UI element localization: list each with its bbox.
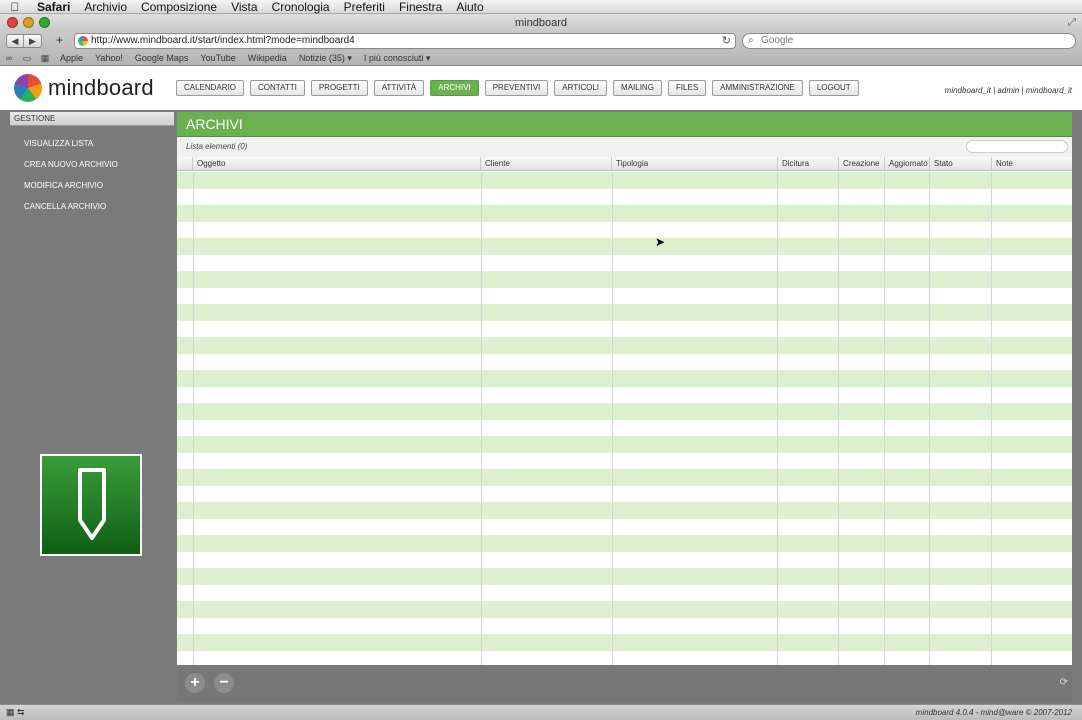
list-subheader: Lista elementi (0) — [177, 137, 1072, 157]
status-icons: ▦ ⇆ — [6, 707, 25, 717]
app-page: mindboard CALENDARIO CONTATTI PROGETTI A… — [0, 66, 1082, 704]
col-cliente[interactable]: Cliente — [481, 157, 612, 170]
col-oggetto[interactable]: Oggetto — [193, 157, 481, 170]
sidebar: GESTIONE VISUALIZZA LISTA CREA NUOVO ARC… — [10, 112, 174, 702]
bookmark-notizie[interactable]: Notizie (35) ▾ — [293, 53, 358, 64]
nav-attivita[interactable]: ATTIVITÀ — [373, 80, 425, 96]
list-count: Lista elementi (0) — [186, 142, 248, 151]
logo-icon — [14, 74, 42, 102]
app-header: mindboard CALENDARIO CONTATTI PROGETTI A… — [0, 66, 1082, 110]
bookmark-apple[interactable]: Apple — [54, 53, 89, 63]
window-controls — [7, 17, 50, 28]
nav-files[interactable]: FILES — [667, 80, 707, 96]
nav-mailing[interactable]: MAILING — [613, 80, 662, 96]
bookmarks-bar: ∞ ▭ ▦ Apple Yahoo! Google Maps YouTube W… — [0, 51, 1082, 66]
add-bookmark-button[interactable]: + — [52, 34, 67, 48]
nav-amministrazione[interactable]: AMMINISTRAZIONE — [712, 80, 803, 96]
logo-text: mindboard — [48, 75, 154, 100]
table-header: Oggetto Cliente Tipologia Dicitura Creaz… — [177, 157, 1072, 171]
browser-toolbar: ◀ ▶ + http://www.mindboard.it/start/inde… — [0, 32, 1082, 51]
book-icon[interactable]: ▭ — [18, 53, 36, 64]
table-footer: + − ⟳ — [177, 665, 1072, 701]
menu-finestra[interactable]: Finestra — [392, 0, 449, 14]
favicon-icon — [78, 36, 88, 46]
back-forward-buttons: ◀ ▶ — [6, 34, 42, 48]
menu-safari[interactable]: Safari — [30, 0, 77, 14]
menu-composizione[interactable]: Composizione — [134, 0, 224, 14]
url-text: http://www.mindboard.it/start/index.html… — [91, 35, 355, 46]
col-aggiornato[interactable]: Aggiornato — [885, 157, 930, 170]
col-note[interactable]: Note — [992, 157, 1072, 170]
main-nav: CALENDARIO CONTATTI PROGETTI ATTIVITÀ AR… — [176, 80, 859, 96]
close-window-button[interactable] — [7, 17, 18, 28]
sidebar-item-modifica-archivio[interactable]: MODIFICA ARCHIVIO — [10, 176, 174, 196]
bookmark-yahoo[interactable]: Yahoo! — [89, 53, 129, 63]
bookmark-google-maps[interactable]: Google Maps — [129, 53, 195, 63]
nav-calendario[interactable]: CALENDARIO — [176, 80, 245, 96]
minimize-window-button[interactable] — [23, 17, 34, 28]
nav-progetti[interactable]: PROGETTI — [310, 80, 368, 96]
top-sites-icon[interactable]: ▦ — [36, 53, 54, 64]
window-title: mindboard — [515, 17, 567, 29]
reload-icon[interactable]: ↻ — [722, 34, 731, 48]
back-button[interactable]: ◀ — [7, 35, 24, 47]
nav-preventivi[interactable]: PREVENTIVI — [484, 80, 549, 96]
apple-icon[interactable]:  — [0, 0, 30, 14]
sidebar-item-crea-nuovo-archivio[interactable]: CREA NUOVO ARCHIVIO — [10, 155, 174, 175]
logo[interactable]: mindboard — [14, 74, 154, 102]
forward-button[interactable]: ▶ — [24, 35, 41, 47]
address-bar[interactable]: http://www.mindboard.it/start/index.html… — [74, 33, 736, 49]
menu-preferiti[interactable]: Preferiti — [337, 0, 392, 14]
remove-button[interactable]: − — [214, 673, 234, 693]
col-tipologia[interactable]: Tipologia — [612, 157, 778, 170]
col-dicitura[interactable]: Dicitura — [778, 157, 839, 170]
nav-logout[interactable]: LOGOUT — [808, 80, 859, 96]
mouse-cursor-icon: ➤ — [655, 235, 666, 249]
search-icon: ⌕ — [748, 35, 754, 46]
bookmark-piu-conosciuti[interactable]: I più conosciuti ▾ — [358, 53, 437, 64]
page-title: ARCHIVI — [177, 112, 1072, 137]
archive-tag-icon — [40, 454, 142, 556]
search-placeholder: Google — [761, 35, 794, 46]
mac-menu-bar:  Safari Archivio Composizione Vista Cro… — [0, 0, 1082, 14]
menu-archivio[interactable]: Archivio — [77, 0, 134, 14]
filter-input[interactable] — [966, 140, 1068, 153]
archive-table: Oggetto Cliente Tipologia Dicitura Creaz… — [177, 157, 1072, 665]
screen:  Safari Archivio Composizione Vista Cro… — [0, 0, 1082, 720]
bookmark-wikipedia[interactable]: Wikipedia — [242, 53, 293, 63]
window-titlebar: mindboard ⤢ — [0, 14, 1082, 32]
reading-list-icon[interactable]: ∞ — [0, 53, 18, 63]
copyright-text: mindboard 4.0.4 - mind@ware © 2007-2012 — [915, 708, 1072, 717]
nav-archivi[interactable]: ARCHIVI — [430, 80, 479, 96]
menu-cronologia[interactable]: Cronologia — [265, 0, 337, 14]
sidebar-item-cancella-archivio[interactable]: CANCELLA ARCHIVIO — [10, 197, 174, 217]
sidebar-item-visualizza-lista[interactable]: VISUALIZZA LISTA — [10, 134, 174, 154]
column-dividers — [177, 172, 1072, 665]
main-panel: ARCHIVI Lista elementi (0) Oggetto Clien… — [177, 112, 1072, 702]
fullscreen-icon[interactable]: ⤢ — [1068, 17, 1076, 28]
nav-articoli[interactable]: ARTICOLI — [554, 80, 608, 96]
col-stato[interactable]: Stato — [930, 157, 992, 170]
col-select[interactable] — [177, 157, 193, 170]
status-bar: ▦ ⇆ mindboard 4.0.4 - mind@ware © 2007-2… — [0, 704, 1082, 720]
user-info: mindboard_it | admin | mindboard_it — [944, 86, 1072, 95]
zoom-window-button[interactable] — [39, 17, 50, 28]
add-button[interactable]: + — [185, 673, 205, 693]
col-creazione[interactable]: Creazione — [839, 157, 885, 170]
sidebar-heading: GESTIONE — [10, 112, 174, 126]
search-field[interactable]: ⌕ Google — [742, 33, 1076, 49]
refresh-icon[interactable]: ⟳ — [1060, 677, 1068, 688]
nav-contatti[interactable]: CONTATTI — [250, 80, 305, 96]
menu-vista[interactable]: Vista — [224, 0, 264, 14]
bookmark-youtube[interactable]: YouTube — [194, 53, 241, 63]
menu-aiuto[interactable]: Aiuto — [449, 0, 490, 14]
